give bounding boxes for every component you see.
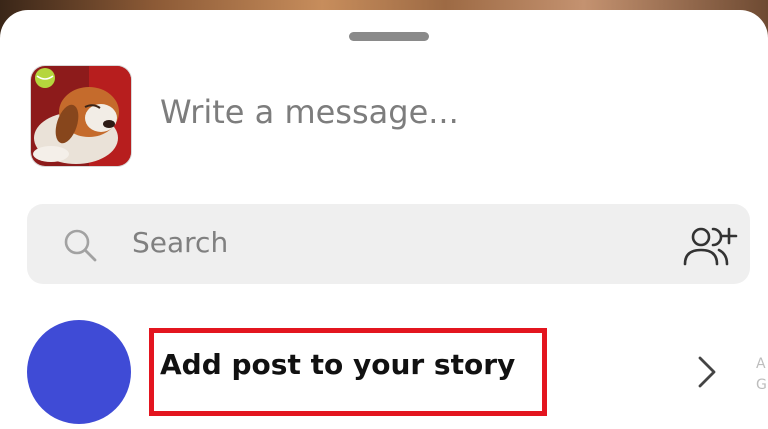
puppy-photo-icon xyxy=(31,66,131,166)
add-to-story-row[interactable]: Add post to your story A G xyxy=(0,310,768,428)
post-thumbnail xyxy=(31,66,131,166)
add-to-story-label: Add post to your story xyxy=(160,348,516,381)
search-bar[interactable]: Search xyxy=(27,204,750,284)
edge-letters: A G xyxy=(756,356,767,393)
add-people-icon[interactable] xyxy=(682,223,738,267)
avatar xyxy=(27,320,131,424)
drag-handle[interactable] xyxy=(349,32,429,41)
search-icon xyxy=(64,229,97,262)
message-input[interactable]: Write a message... xyxy=(160,96,459,128)
search-input[interactable]: Search xyxy=(132,227,228,259)
chevron-right-icon[interactable] xyxy=(696,352,718,392)
share-sheet: Write a message... Search Add post to yo… xyxy=(0,10,768,429)
